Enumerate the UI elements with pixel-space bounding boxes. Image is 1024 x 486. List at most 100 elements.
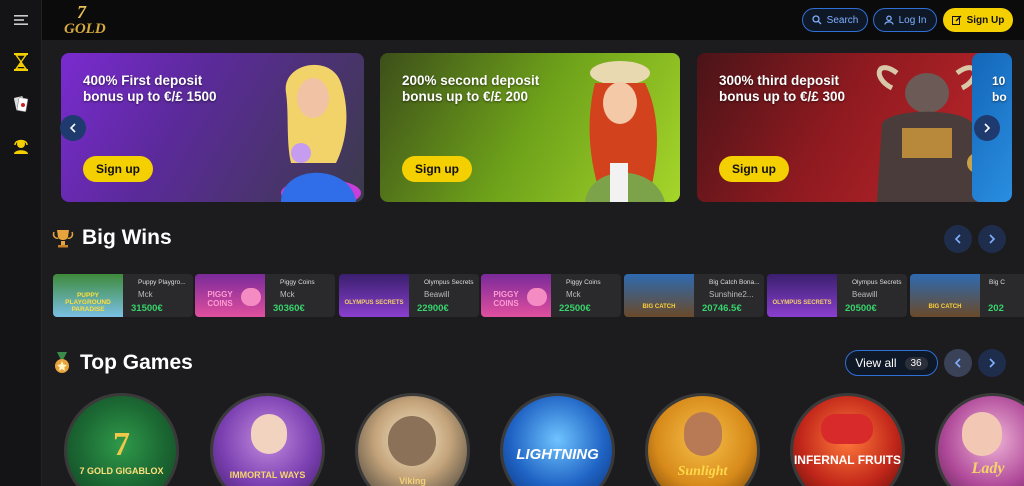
game-thumbnail: PIGGY COINS — [195, 274, 265, 317]
win-amount: 20746.5€ — [702, 303, 742, 314]
big-win-card[interactable]: PIGGY COINS Piggy Coins Mck 30360€ — [195, 274, 335, 317]
top-games-next-button[interactable] — [978, 349, 1006, 377]
win-game-name: Piggy Coins — [280, 279, 315, 286]
user-icon — [883, 15, 894, 25]
promo-1-signup-button[interactable]: Sign up — [83, 156, 153, 182]
support-agent-icon[interactable] — [7, 132, 35, 160]
cards-icon[interactable] — [7, 90, 35, 118]
promo-1-line1: 400% First deposit — [83, 73, 203, 88]
menu-icon[interactable] — [7, 6, 35, 34]
game-thumbnail: OLYMPUS SECRETS — [767, 274, 837, 317]
promo-banner-3[interactable]: 300% third deposit bonus up to €/£ 300 S… — [697, 53, 1000, 202]
win-game-name: Olympus Secrets — [852, 279, 902, 286]
win-amount: 22900€ — [417, 303, 449, 314]
game-tile[interactable]: Sunlight — [645, 393, 760, 486]
signup-label: Sign Up — [966, 14, 1005, 26]
promo-4-title: 10 bo — [992, 73, 1007, 105]
big-win-card[interactable]: BIG CATCH Big Catch Bona... Sunshine2...… — [624, 274, 764, 317]
promo-prev-button[interactable] — [60, 115, 86, 141]
promo-3-line1: 300% third deposit — [719, 73, 840, 88]
win-amount: 20500€ — [845, 303, 877, 314]
thumb-text: PIGGY COINS — [493, 290, 519, 308]
thumb-text: OLYMPUS SECRETS — [344, 300, 404, 306]
big-win-card[interactable]: PIGGY COINS Piggy Coins Mck 22500€ — [481, 274, 621, 317]
game-title: Viking — [399, 476, 426, 486]
game-title: 7 GOLD GIGABLOX — [79, 466, 164, 476]
login-label: Log In — [898, 14, 927, 26]
big-win-card[interactable]: OLYMPUS SECRETS Olympus Secrets Beawill … — [767, 274, 907, 317]
game-title: IMMORTAL WAYS — [229, 470, 306, 480]
game-tile[interactable]: Lady — [935, 393, 1024, 486]
search-button[interactable]: Search — [802, 8, 868, 32]
promo-banner-1[interactable]: 400% First deposit bonus up to €/£ 1500 … — [61, 53, 364, 202]
promo-3-signup-button[interactable]: Sign up — [719, 156, 789, 182]
login-button[interactable]: Log In — [873, 8, 937, 32]
big-wins-prev-button[interactable] — [944, 225, 972, 253]
win-user: Beawill — [424, 290, 450, 299]
hourglass-icon[interactable] — [7, 48, 35, 76]
game-thumbnail: OLYMPUS SECRETS — [339, 274, 409, 317]
game-thumbnail: BIG CATCH — [624, 274, 694, 317]
promo-next-button[interactable] — [974, 115, 1000, 141]
promo-character-image — [281, 64, 361, 202]
game-thumbnail: BIG CATCH — [910, 274, 980, 317]
promo-3-title: 300% third deposit bonus up to €/£ 300 — [719, 73, 845, 105]
big-wins-next-button[interactable] — [978, 225, 1006, 253]
win-amount: 30360€ — [273, 303, 305, 314]
top-games-prev-button[interactable] — [944, 349, 972, 377]
top-games-title: Top Games — [80, 351, 193, 374]
search-label: Search — [826, 14, 859, 26]
big-wins-heading: Big Wins — [52, 226, 172, 250]
big-win-card[interactable]: BIG CATCH Big C 202 — [910, 274, 1024, 317]
big-win-card[interactable]: PUPPY PLAYGROUND PARADISE Puppy Playgro.… — [53, 274, 193, 317]
win-amount: 22500€ — [559, 303, 591, 314]
game-thumbnail: PUPPY PLAYGROUND PARADISE — [53, 274, 123, 317]
game-title: Sunlight — [677, 464, 728, 479]
promo-banner-2[interactable]: 200% second deposit bonus up to €/£ 200 … — [380, 53, 680, 202]
promo-3-line2: bonus up to €/£ 300 — [719, 89, 846, 104]
chevron-right-icon — [989, 358, 996, 368]
win-user: Mck — [566, 290, 581, 299]
edit-icon — [951, 15, 962, 25]
trophy-icon — [52, 230, 74, 248]
win-amount: 31500€ — [131, 303, 163, 314]
chevron-left-icon — [954, 234, 961, 244]
win-game-name: Big C — [989, 279, 1005, 286]
win-game-name: Puppy Playgro... — [138, 279, 186, 286]
promo-1-line2: bonus up to €/£ 1500 — [83, 89, 217, 104]
win-game-name: Big Catch Bona... — [709, 279, 760, 286]
game-thumbnail: PIGGY COINS — [481, 274, 551, 317]
thumb-text: BIG CATCH — [642, 304, 676, 310]
win-amount: 202 — [988, 303, 1004, 314]
big-wins-title: Big Wins — [82, 226, 172, 249]
view-all-count: 36 — [904, 356, 928, 370]
promo-2-line1: 200% second deposit — [402, 73, 540, 88]
game-tile[interactable]: 7 7 GOLD GIGABLOX — [64, 393, 179, 486]
promo-4-line1: 10 — [992, 74, 1006, 88]
promo-2-signup-button[interactable]: Sign up — [402, 156, 472, 182]
app-root: 7 GOLD Search Log In Sign Up 400% First … — [0, 0, 1024, 486]
medal-icon — [55, 352, 69, 373]
big-win-card[interactable]: OLYMPUS SECRETS Olympus Secrets Beawill … — [339, 274, 479, 317]
promo-1-title: 400% First deposit bonus up to €/£ 1500 — [83, 73, 217, 105]
view-all-button[interactable]: View all 36 — [845, 350, 938, 376]
game-tile[interactable]: INFERNAL FRUITS — [790, 393, 905, 486]
thumb-text: PIGGY COINS — [207, 290, 233, 308]
win-user: Mck — [280, 290, 295, 299]
game-tile[interactable]: IMMORTAL WAYS — [210, 393, 325, 486]
chevron-right-icon — [984, 123, 991, 133]
win-user: Beawill — [852, 290, 878, 299]
game-tile[interactable]: Viking — [355, 393, 470, 486]
site-logo[interactable]: 7 GOLD — [62, 2, 110, 38]
signup-button[interactable]: Sign Up — [943, 8, 1013, 32]
game-title: INFERNAL FRUITS — [793, 453, 902, 467]
game-tile[interactable]: LIGHTNING — [500, 393, 615, 486]
sidebar — [0, 0, 42, 486]
top-header: 7 GOLD Search Log In Sign Up — [42, 0, 1024, 40]
thumb-text: PUPPY PLAYGROUND PARADISE — [65, 292, 111, 313]
search-icon — [812, 15, 822, 25]
svg-text:GOLD: GOLD — [64, 21, 106, 37]
win-user: Mck — [138, 290, 153, 299]
promo-2-line2: bonus up to €/£ 200 — [402, 89, 529, 104]
thumb-text: OLYMPUS SECRETS — [772, 300, 832, 306]
